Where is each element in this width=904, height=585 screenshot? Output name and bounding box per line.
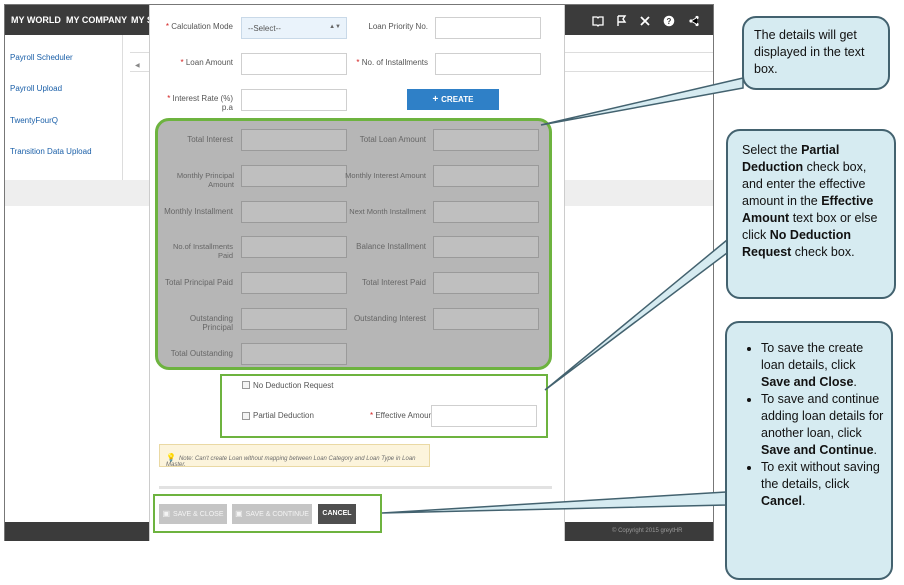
callout-item-save-continue: To save and continue adding loan details… [761, 391, 885, 459]
callout-item-cancel: To exit without saving the details, clic… [761, 459, 885, 510]
callout-1-pointer [540, 77, 744, 126]
callout-item-save-close: To save the create loan details, click S… [761, 340, 885, 391]
callout-partial-deduction: Select the Partial Deduction check box, … [726, 129, 896, 299]
callout-3-pointer [381, 491, 727, 514]
callout-details-display: The details will get displayed in the te… [742, 16, 890, 90]
callout-2-pointer [544, 238, 728, 391]
callout-save-options: To save the create loan details, click S… [725, 321, 893, 580]
